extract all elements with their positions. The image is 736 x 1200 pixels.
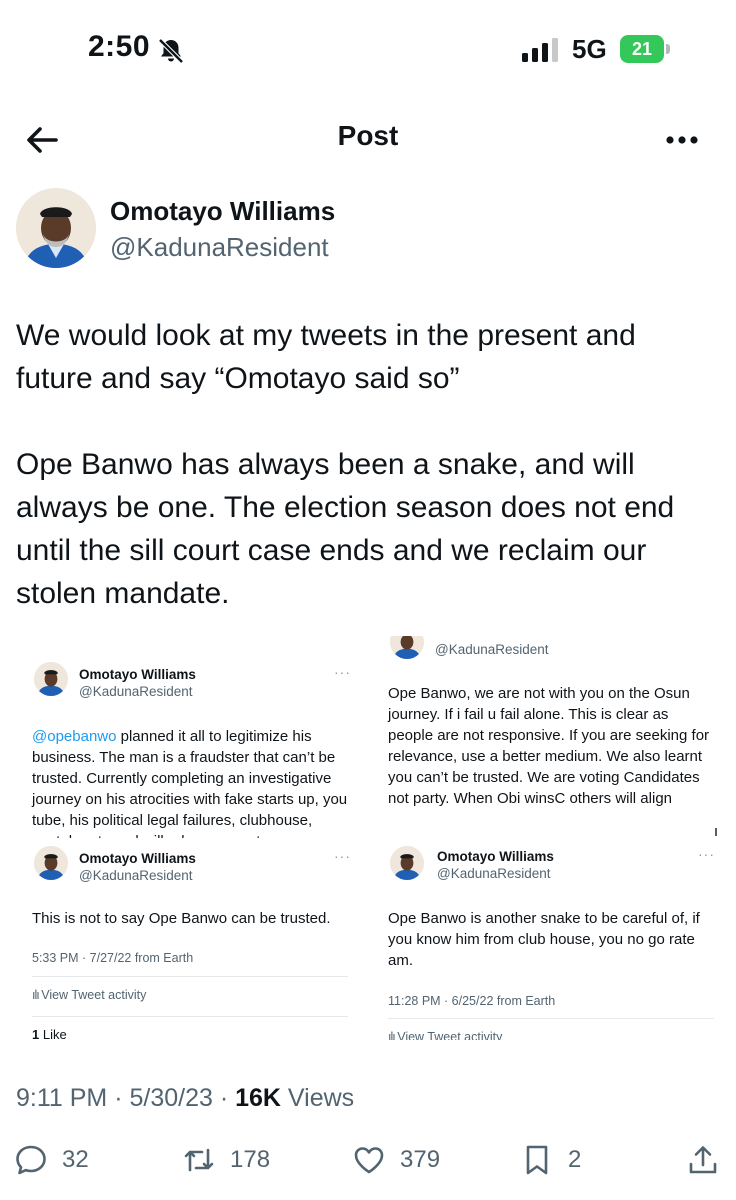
embedded-author-name: Omotayo Williams (437, 849, 554, 864)
battery-indicator: 21 (620, 35, 672, 63)
embedded-author-handle: @KadunaResident (437, 866, 551, 881)
embedded-activity-label: View Tweet activity (397, 1030, 503, 1040)
embedded-tweet-text: Ope Banwo, we are not with you on the Os… (388, 685, 710, 807)
bookmark-icon (526, 1145, 548, 1175)
post-meta: 9:11 PM · 5/30/23 · 16K Views (16, 1084, 354, 1113)
like-count: 379 (400, 1146, 441, 1173)
network-type: 5G (572, 34, 607, 64)
page-title: Post (337, 120, 399, 151)
embedded-divider (32, 1016, 348, 1017)
views-label: Views (280, 1084, 355, 1112)
cellular-signal-icon (522, 38, 558, 62)
embedded-tweet-top-right: @KadunaResident Ope Banwo, we are not wi… (372, 636, 720, 836)
embedded-tweet-top-left: Omotayo Williams @KadunaResident ··· @op… (16, 636, 356, 838)
action-bar: 32 178 379 2 (0, 1138, 736, 1182)
embedded-avatar (390, 846, 424, 880)
bookmark-button[interactable]: 2 (520, 1138, 581, 1182)
embedded-tweet-meta: 11:28 PM · 6/25/22 from Earth (388, 994, 556, 1008)
embedded-tweet-text: @opebanwo planned it all to legitimize h… (32, 726, 352, 838)
repost-button[interactable]: 178 (182, 1138, 270, 1182)
screenshot-edge (715, 828, 717, 836)
embedded-activity: ılı View Tweet activity (388, 1030, 502, 1040)
author-handle[interactable]: @KadunaResident (110, 232, 329, 263)
post-text: We would look at my tweets in the presen… (16, 319, 675, 610)
embedded-avatar (34, 662, 68, 696)
author-name[interactable]: Omotayo Williams (110, 196, 335, 227)
more-options-icon[interactable] (662, 122, 702, 158)
back-arrow-icon[interactable] (22, 120, 62, 160)
embedded-activity: ılı View Tweet activity (32, 988, 146, 1002)
embedded-avatar (34, 846, 68, 880)
silent-bell-icon (158, 38, 184, 64)
embedded-likes-count: 1 (32, 1027, 40, 1042)
embedded-author-name: Omotayo Williams (79, 851, 196, 866)
embedded-tweet-bottom-right: Omotayo Williams @KadunaResident ··· Ope… (372, 842, 720, 1040)
embedded-tweet-text: Ope Banwo is another snake to be careful… (388, 910, 700, 969)
share-icon (689, 1146, 717, 1174)
battery-cap (666, 44, 670, 54)
heart-icon (354, 1147, 384, 1174)
embedded-author-handle: @KadunaResident (79, 684, 193, 699)
embedded-activity-label: View Tweet activity (41, 988, 147, 1002)
embedded-author-handle: @KadunaResident (79, 868, 193, 883)
reply-count: 32 (62, 1146, 89, 1173)
embedded-likes-label: Like (42, 1027, 67, 1042)
embedded-more-icon: ··· (698, 846, 715, 862)
embedded-tweet-bottom-left: Omotayo Williams @KadunaResident ··· Thi… (16, 842, 356, 1046)
repost-count: 178 (230, 1146, 271, 1173)
embedded-author-handle: @KadunaResident (435, 642, 549, 657)
bookmark-count: 2 (568, 1146, 582, 1173)
repost-icon (184, 1148, 214, 1172)
avatar[interactable] (16, 188, 96, 268)
bar-chart-icon: ılı (32, 988, 42, 1002)
embedded-divider (32, 976, 348, 977)
embedded-tweet-meta: 5:33 PM · 7/27/22 from Earth (32, 951, 194, 965)
reply-button[interactable]: 32 (14, 1138, 89, 1182)
post-datetime: 9:11 PM · 5/30/23 · (16, 1084, 236, 1112)
embedded-avatar (390, 636, 424, 659)
embedded-more-icon: ··· (334, 848, 351, 864)
share-button[interactable] (686, 1138, 720, 1182)
like-button[interactable]: 379 (352, 1138, 440, 1182)
views-count: 16K (235, 1084, 281, 1112)
embedded-tweet-text: This is not to say Ope Banwo can be trus… (32, 910, 331, 927)
battery-level: 21 (620, 35, 664, 63)
embedded-more-icon: ··· (334, 664, 351, 680)
bar-chart-icon: ılı (388, 1030, 398, 1040)
embedded-divider (388, 1018, 714, 1019)
reply-icon (16, 1145, 46, 1175)
embedded-author-name: Omotayo Williams (79, 667, 196, 682)
post-image[interactable]: Omotayo Williams @KadunaResident ··· @op… (16, 636, 720, 1046)
status-time: 2:50 (88, 30, 151, 63)
embedded-likes: 1 Like (32, 1027, 67, 1042)
mention-link: @opebanwo (32, 728, 117, 745)
